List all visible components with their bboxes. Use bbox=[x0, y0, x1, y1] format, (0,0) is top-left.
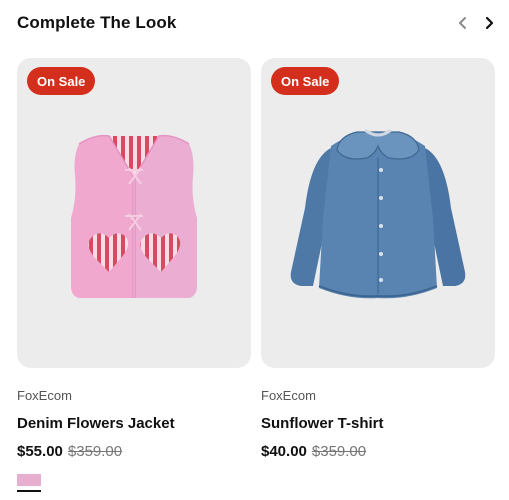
product-card[interactable]: On Sale FoxEcom Sunflower T-shirt $40.00… bbox=[261, 58, 495, 463]
next-button[interactable] bbox=[481, 13, 497, 33]
compare-price: $359.00 bbox=[67, 443, 123, 460]
product-vendor: FoxEcom bbox=[17, 388, 72, 403]
chevron-right-icon bbox=[485, 16, 494, 30]
sale-price: $55.00 bbox=[17, 443, 63, 460]
section-header: Complete The Look bbox=[17, 0, 497, 46]
product-image-denim-shirt bbox=[290, 128, 466, 299]
price-row: $55.00 $359.00 bbox=[17, 443, 251, 463]
color-swatches bbox=[17, 474, 251, 492]
price-row: $40.00 $359.00 bbox=[261, 443, 495, 463]
product-title[interactable]: Sunflower T-shirt bbox=[261, 415, 495, 433]
product-image-vest bbox=[71, 134, 197, 298]
color-swatch-pink[interactable] bbox=[17, 474, 41, 492]
prev-button[interactable] bbox=[455, 13, 471, 33]
product-media[interactable]: On Sale bbox=[261, 58, 495, 368]
swatch-selected-indicator bbox=[17, 490, 41, 492]
compare-price: $359.00 bbox=[311, 443, 367, 460]
section-title: Complete The Look bbox=[17, 13, 177, 32]
sale-badge: On Sale bbox=[271, 67, 340, 95]
swatch-fill bbox=[17, 474, 41, 486]
product-vendor: FoxEcom bbox=[261, 388, 316, 403]
product-media[interactable]: On Sale bbox=[17, 58, 251, 368]
sale-price: $40.00 bbox=[261, 443, 307, 460]
chevron-left-icon bbox=[459, 17, 466, 29]
carousel-nav bbox=[455, 13, 497, 33]
product-title[interactable]: Denim Flowers Jacket bbox=[17, 415, 251, 433]
sale-badge: On Sale bbox=[27, 67, 96, 95]
product-card[interactable]: On Sale FoxEcom Denim Flowers Jacket $55… bbox=[17, 58, 251, 492]
